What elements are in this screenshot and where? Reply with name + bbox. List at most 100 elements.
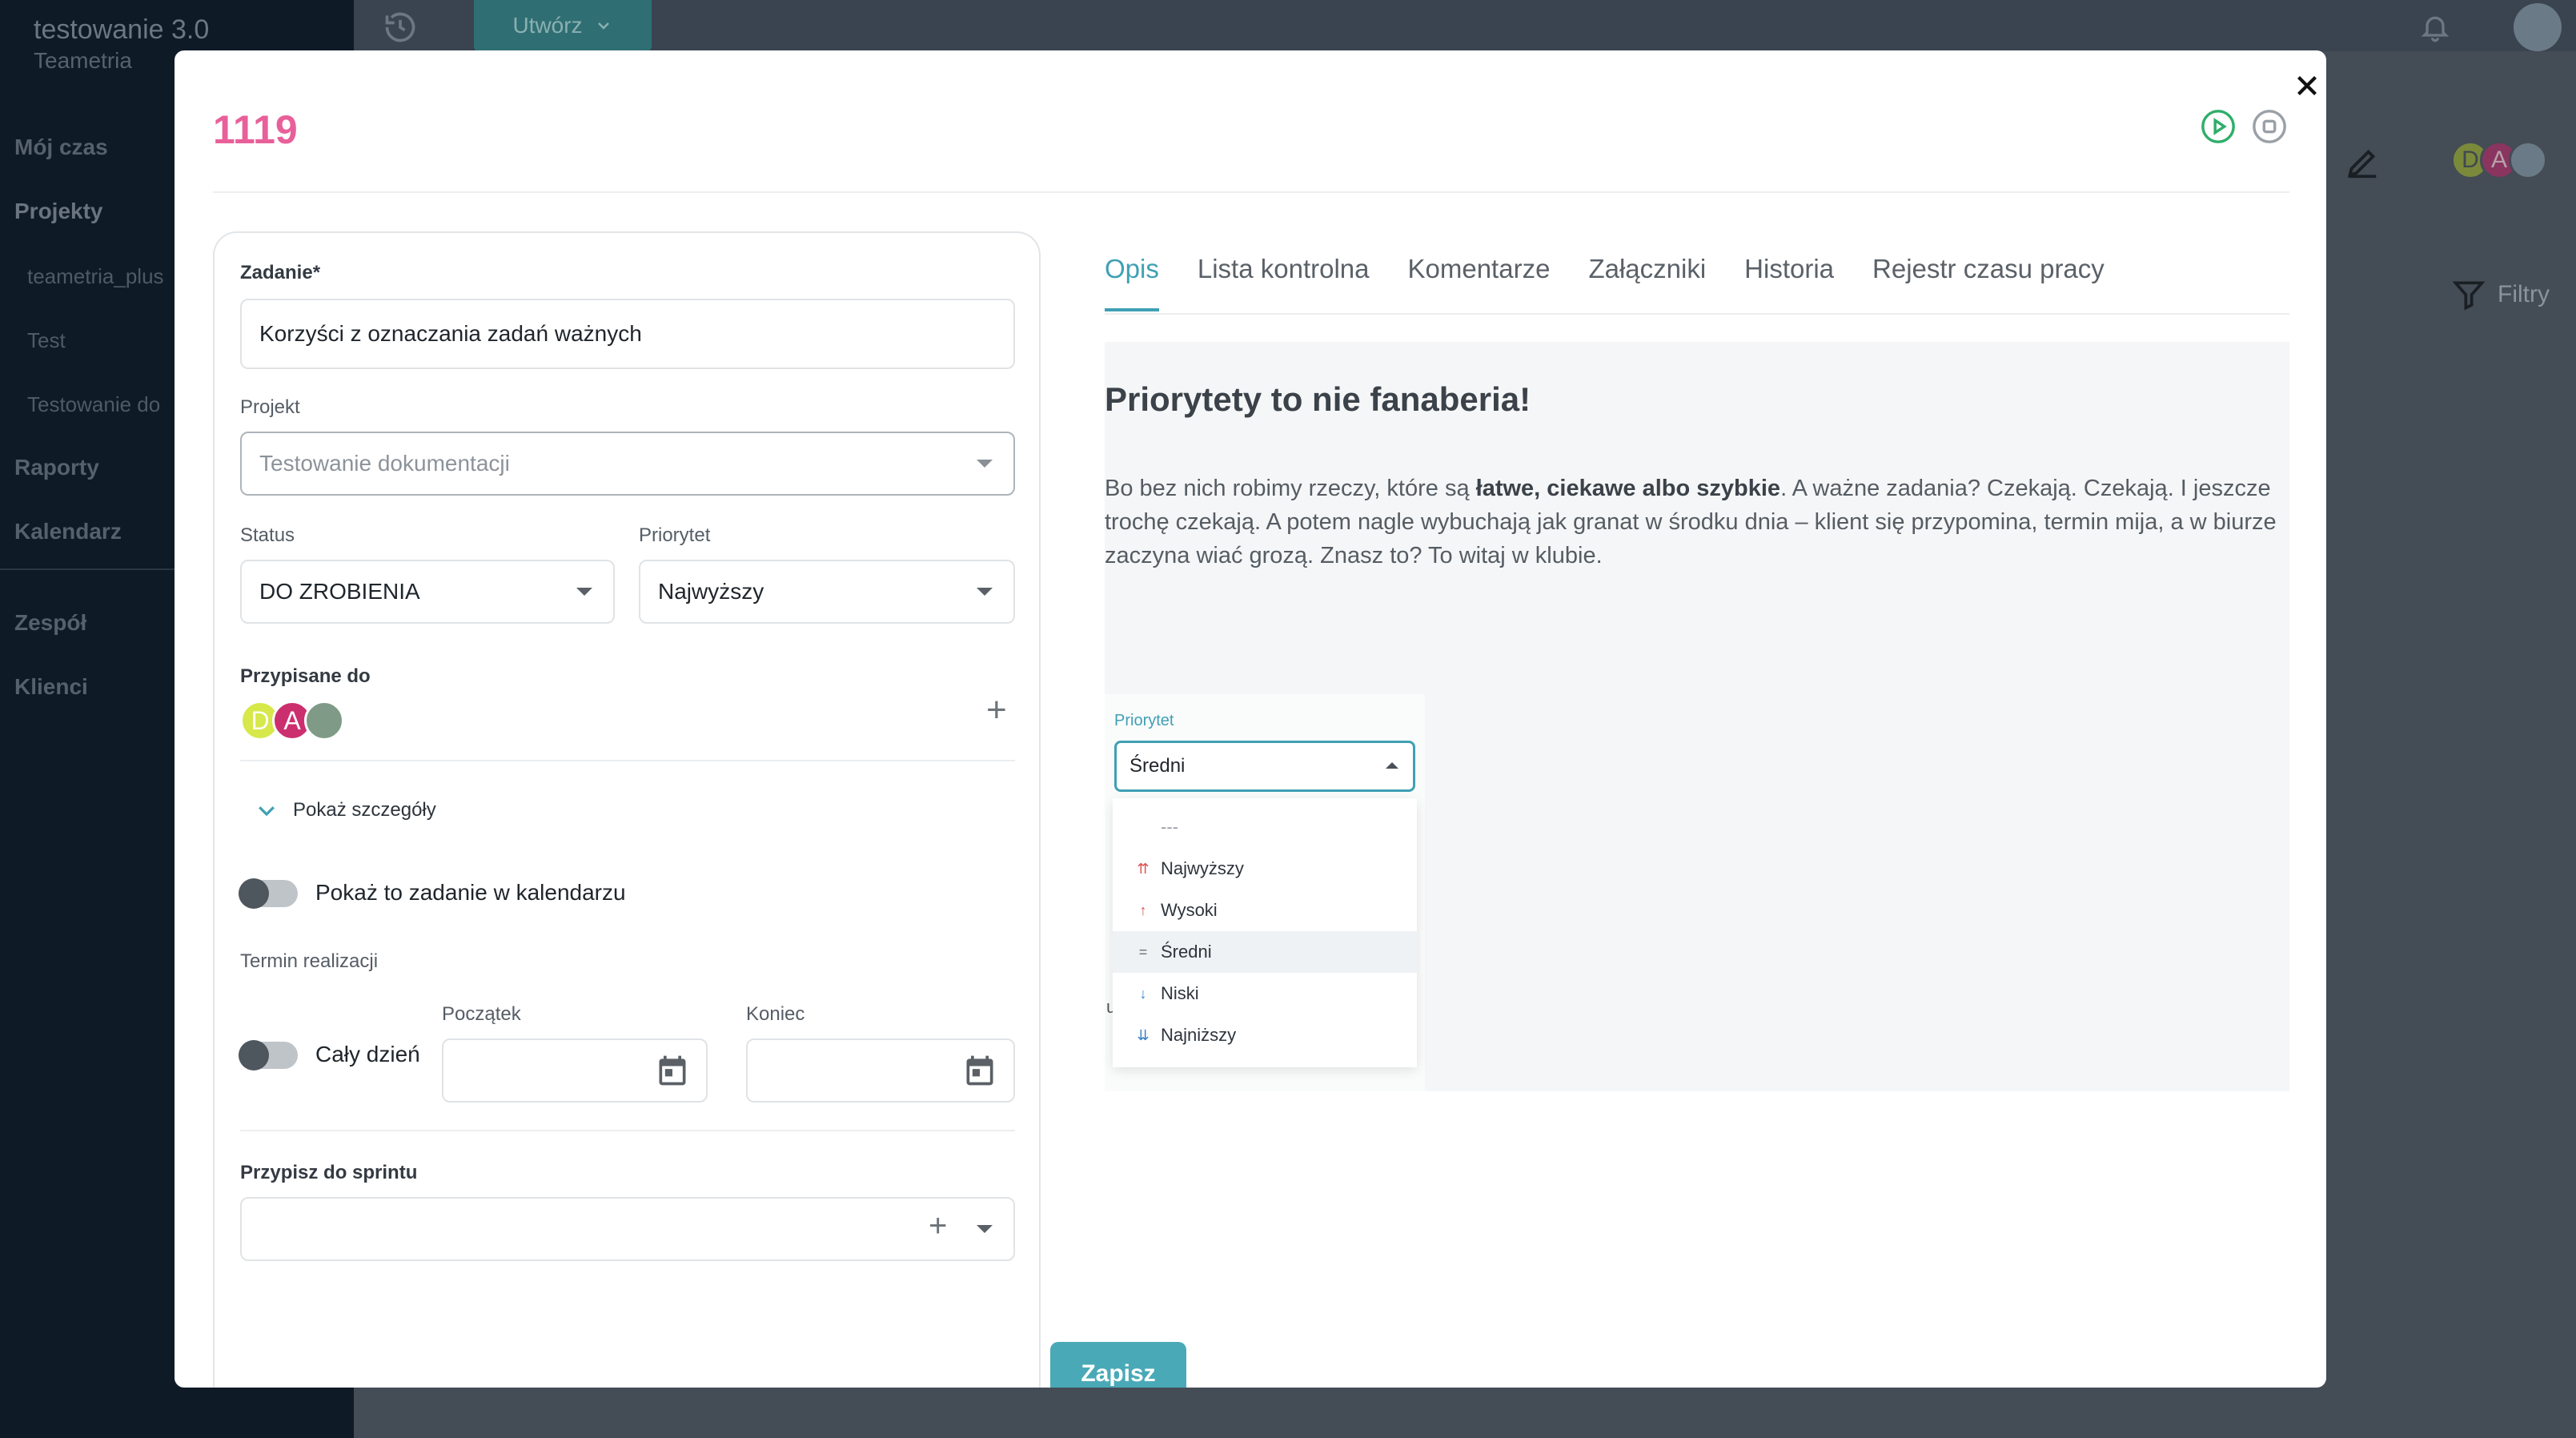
divider xyxy=(240,760,1015,761)
header-divider xyxy=(213,191,2289,193)
add-assignee-button[interactable]: + xyxy=(986,693,1007,728)
show-details-label: Pokaż szczegóły xyxy=(293,799,436,821)
avatar[interactable] xyxy=(304,701,344,741)
user-avatar[interactable] xyxy=(2514,3,2562,51)
priority-value: Najwyższy xyxy=(658,579,764,604)
close-button[interactable] xyxy=(2283,62,2326,110)
history-icon[interactable] xyxy=(383,10,418,49)
option-label: Średni xyxy=(1161,942,1212,962)
calendar-toggle[interactable] xyxy=(239,878,298,909)
org-name: Teametria xyxy=(34,48,132,73)
caret-down-icon xyxy=(977,588,993,596)
pen-icon[interactable] xyxy=(2344,144,2381,185)
end-label: Koniec xyxy=(746,1003,805,1025)
list-item: --- xyxy=(1113,806,1417,848)
sidebar-item-calendar[interactable]: Kalendarz xyxy=(14,519,122,544)
description-paragraph: Bo bez nich robimy rzeczy, które są łatw… xyxy=(1105,472,2288,572)
task-name-label: Zadanie* xyxy=(240,262,321,283)
workspace-name[interactable]: testowanie 3.0 xyxy=(34,14,209,46)
calendar-icon[interactable] xyxy=(962,1053,997,1088)
priority-select[interactable]: Najwyższy xyxy=(639,560,1015,624)
sprint-select[interactable]: + xyxy=(240,1197,1015,1261)
sidebar-subitem-testowanie[interactable]: Testowanie do xyxy=(27,392,160,417)
task-name-input[interactable]: Korzyści z oznaczania zadań ważnych xyxy=(240,299,1015,369)
embed-priority-select: Średni xyxy=(1114,741,1415,792)
deadline-label: Termin realizacji xyxy=(240,950,379,972)
tab-comments[interactable]: Komentarze xyxy=(1408,254,1551,311)
start-date-input[interactable] xyxy=(442,1038,708,1103)
embed-priority-label: Priorytet xyxy=(1114,712,1174,729)
status-label: Status xyxy=(240,524,295,546)
stop-icon xyxy=(2253,110,2286,143)
bg-assignee-avatars: D A xyxy=(2451,141,2547,179)
chevron-down-icon xyxy=(259,806,275,817)
divider xyxy=(240,1130,1015,1131)
filter-icon xyxy=(2452,281,2486,311)
tab-description[interactable]: Opis xyxy=(1105,254,1159,311)
bell-icon[interactable] xyxy=(2419,10,2451,49)
project-value: Testowanie dokumentacji xyxy=(259,451,510,476)
calendar-icon[interactable] xyxy=(655,1053,690,1088)
task-form-panel: Zadanie* Korzyści z oznaczania zadań waż… xyxy=(213,231,1041,1388)
double-arrow-down-icon: ⇊ xyxy=(1137,1026,1150,1043)
chevron-down-icon xyxy=(597,22,609,30)
create-button[interactable]: Utwórz xyxy=(474,0,652,51)
save-button[interactable]: Zapisz xyxy=(1050,1342,1186,1388)
sidebar-item-clients[interactable]: Klienci xyxy=(14,674,88,700)
sidebar-subitem-test[interactable]: Test xyxy=(27,328,66,353)
caret-down-icon xyxy=(977,1225,993,1233)
tab-history[interactable]: Historia xyxy=(1744,254,1834,311)
arrow-up-icon: ↑ xyxy=(1139,902,1147,918)
calendar-toggle-label: Pokaż to zadanie w kalendarzu xyxy=(315,880,626,905)
status-select[interactable]: DO ZROBIENIA xyxy=(240,560,615,624)
option-label: Najniższy xyxy=(1161,1025,1237,1045)
tab-attachments[interactable]: Załączniki xyxy=(1588,254,1706,311)
priority-label: Priorytet xyxy=(639,524,711,546)
add-sprint-button[interactable]: + xyxy=(929,1210,947,1242)
description-text: Bo bez nich robimy rzeczy, które są xyxy=(1105,476,1476,501)
start-label: Początek xyxy=(442,1003,521,1025)
app-topbar xyxy=(354,0,2576,51)
task-name-value: Korzyści z oznaczania zadań ważnych xyxy=(259,321,642,346)
assigned-label: Przypisane do xyxy=(240,665,371,687)
list-item: = Średni xyxy=(1113,931,1417,973)
sidebar-item-projects[interactable]: Projekty xyxy=(14,199,103,224)
sidebar-item-my-time[interactable]: Mój czas xyxy=(14,135,108,160)
equals-icon: = xyxy=(1138,943,1148,960)
option-label: --- xyxy=(1161,817,1178,837)
project-label: Projekt xyxy=(240,396,300,418)
start-timer-button[interactable] xyxy=(2200,108,2237,149)
embed-dropdown-menu: --- ⇈ Najwyższy ↑ Wysoki = Średni ↓ Niski ⇊ N… xyxy=(1113,798,1417,1067)
caret-down-icon xyxy=(977,460,993,468)
assignee-avatars[interactable]: D A xyxy=(240,701,344,741)
sidebar-subitem-teametria-plus[interactable]: teametria_plus xyxy=(27,264,164,289)
tab-time-log[interactable]: Rejestr czasu pracy xyxy=(1872,254,2105,311)
filters-button[interactable]: Filtry xyxy=(2451,277,2550,312)
sidebar-item-team[interactable]: Zespół xyxy=(14,610,86,636)
task-modal: 1119 Zadanie* Korzyści z oznaczania zada… xyxy=(175,50,2326,1388)
all-day-toggle[interactable] xyxy=(239,1040,298,1070)
sprint-label: Przypisz do sprintu xyxy=(240,1162,418,1183)
option-label: Niski xyxy=(1161,983,1199,1003)
sidebar-item-reports[interactable]: Raporty xyxy=(14,455,99,480)
embedded-priority-image: Priorytet Średni u --- ⇈ Najwyższy ↑ Wysok… xyxy=(1105,694,1425,1091)
status-value: DO ZROBIENIA xyxy=(259,579,420,604)
double-arrow-up-icon: ⇈ xyxy=(1137,860,1150,877)
close-icon xyxy=(2297,76,2317,95)
show-details-toggle[interactable]: Pokaż szczegóły xyxy=(255,798,436,822)
all-day-label: Cały dzień xyxy=(315,1042,420,1066)
list-item: ⇊ Najniższy xyxy=(1113,1014,1417,1056)
tab-checklist[interactable]: Lista kontrolna xyxy=(1198,254,1370,311)
stop-timer-button[interactable] xyxy=(2251,108,2288,149)
arrow-down-icon: ↓ xyxy=(1139,985,1147,1002)
task-tabs: Opis Lista kontrolna Komentarze Załączni… xyxy=(1105,254,2105,311)
project-select[interactable]: Testowanie dokumentacji xyxy=(240,432,1015,496)
option-label: Najwyższy xyxy=(1161,858,1244,878)
list-item: ↑ Wysoki xyxy=(1113,890,1417,931)
option-label: Wysoki xyxy=(1161,900,1218,920)
play-icon xyxy=(2201,110,2235,143)
description-bold-text: łatwe, ciekawe albo szybkie xyxy=(1475,476,1781,501)
task-number: 1119 xyxy=(213,107,298,152)
caret-up-icon xyxy=(1386,762,1398,769)
end-date-input[interactable] xyxy=(746,1038,1015,1103)
